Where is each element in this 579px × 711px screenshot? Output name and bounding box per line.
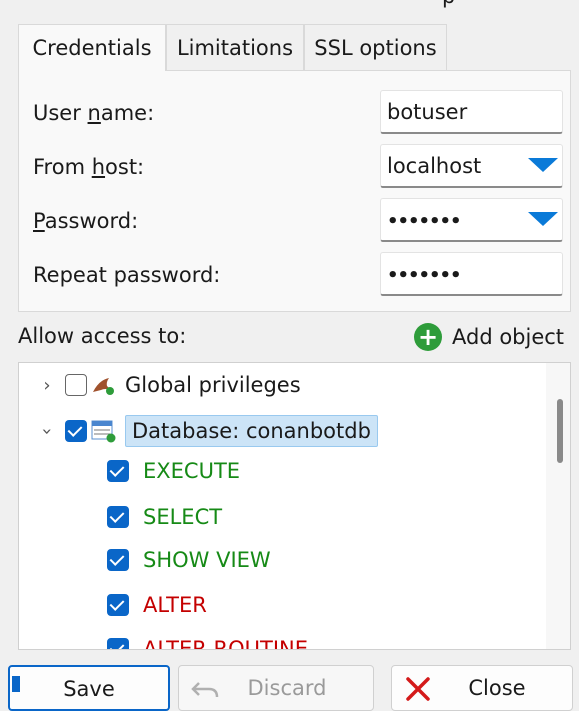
- repeat-password-field[interactable]: •••••••: [380, 252, 563, 296]
- database-icon: [91, 420, 116, 443]
- privilege-item[interactable]: SELECT: [107, 497, 222, 537]
- privilege-checkbox[interactable]: [107, 460, 129, 482]
- chevron-down-icon[interactable]: ›: [37, 421, 58, 441]
- close-label: Close: [468, 676, 526, 700]
- chevron-down-icon[interactable]: [528, 212, 558, 226]
- undo-icon: [191, 666, 221, 710]
- privilege-checkbox[interactable]: [107, 549, 129, 571]
- plus-icon: +: [414, 323, 442, 351]
- close-x-icon: [404, 666, 432, 710]
- title-fragment: p: [442, 0, 455, 10]
- from-host-value: localhost: [387, 154, 482, 178]
- close-button[interactable]: Close: [391, 665, 573, 711]
- discard-label: Discard: [247, 676, 327, 700]
- password-label: Password:: [33, 209, 139, 233]
- tab-credentials[interactable]: Credentials: [18, 24, 166, 71]
- from-host-label: From host:: [33, 155, 145, 179]
- save-button[interactable]: Save: [8, 665, 170, 711]
- add-object-label: Add object: [452, 325, 565, 349]
- tab-limitations[interactable]: Limitations: [166, 24, 304, 70]
- save-icon: [12, 667, 22, 711]
- add-object-button[interactable]: + Add object: [414, 322, 564, 352]
- database-label[interactable]: Database: conanbotdb: [125, 415, 378, 447]
- privilege-label: ALTER ROUTINE: [143, 637, 309, 650]
- password-value: •••••••: [387, 211, 462, 232]
- save-label: Save: [63, 677, 115, 701]
- privilege-item[interactable]: ALTER: [107, 585, 207, 625]
- privilege-label: SHOW VIEW: [143, 548, 271, 572]
- tree-item-database[interactable]: › Database: conanbotdb: [37, 411, 378, 451]
- repeat-password-value: •••••••: [387, 265, 462, 286]
- privilege-label: ALTER: [143, 593, 207, 617]
- privilege-item[interactable]: SHOW VIEW: [107, 540, 271, 580]
- repeat-password-label: Repeat password:: [33, 263, 221, 287]
- user-name-label: User name:: [33, 101, 155, 125]
- allow-access-label: Allow access to:: [18, 324, 187, 348]
- privilege-item[interactable]: ALTER ROUTINE: [107, 629, 309, 650]
- privilege-checkbox[interactable]: [107, 638, 129, 649]
- user-name-field[interactable]: botuser: [380, 90, 563, 134]
- scrollbar-thumb[interactable]: [557, 399, 563, 463]
- global-checkbox[interactable]: [65, 374, 87, 396]
- chevron-down-icon[interactable]: [528, 158, 558, 172]
- dolphin-icon: [93, 378, 114, 395]
- privilege-label: SELECT: [143, 505, 223, 529]
- database-checkbox[interactable]: [65, 420, 87, 442]
- chevron-right-icon[interactable]: ›: [37, 375, 57, 396]
- privileges-tree[interactable]: › Global privileges › Database: conanbot…: [18, 362, 571, 650]
- tree-item-global[interactable]: › Global privileges: [37, 365, 301, 405]
- privilege-checkbox[interactable]: [107, 506, 129, 528]
- privilege-item[interactable]: EXECUTE: [107, 451, 240, 491]
- credentials-panel: User name: botuser From host: localhost …: [18, 70, 571, 312]
- privilege-checkbox[interactable]: [107, 594, 129, 616]
- from-host-combo[interactable]: localhost: [380, 144, 563, 188]
- discard-button[interactable]: Discard: [178, 665, 374, 711]
- tab-ssl-options[interactable]: SSL options: [304, 24, 447, 70]
- privilege-label: EXECUTE: [143, 459, 241, 483]
- global-privileges-label: Global privileges: [125, 373, 301, 397]
- password-field[interactable]: •••••••: [380, 198, 563, 242]
